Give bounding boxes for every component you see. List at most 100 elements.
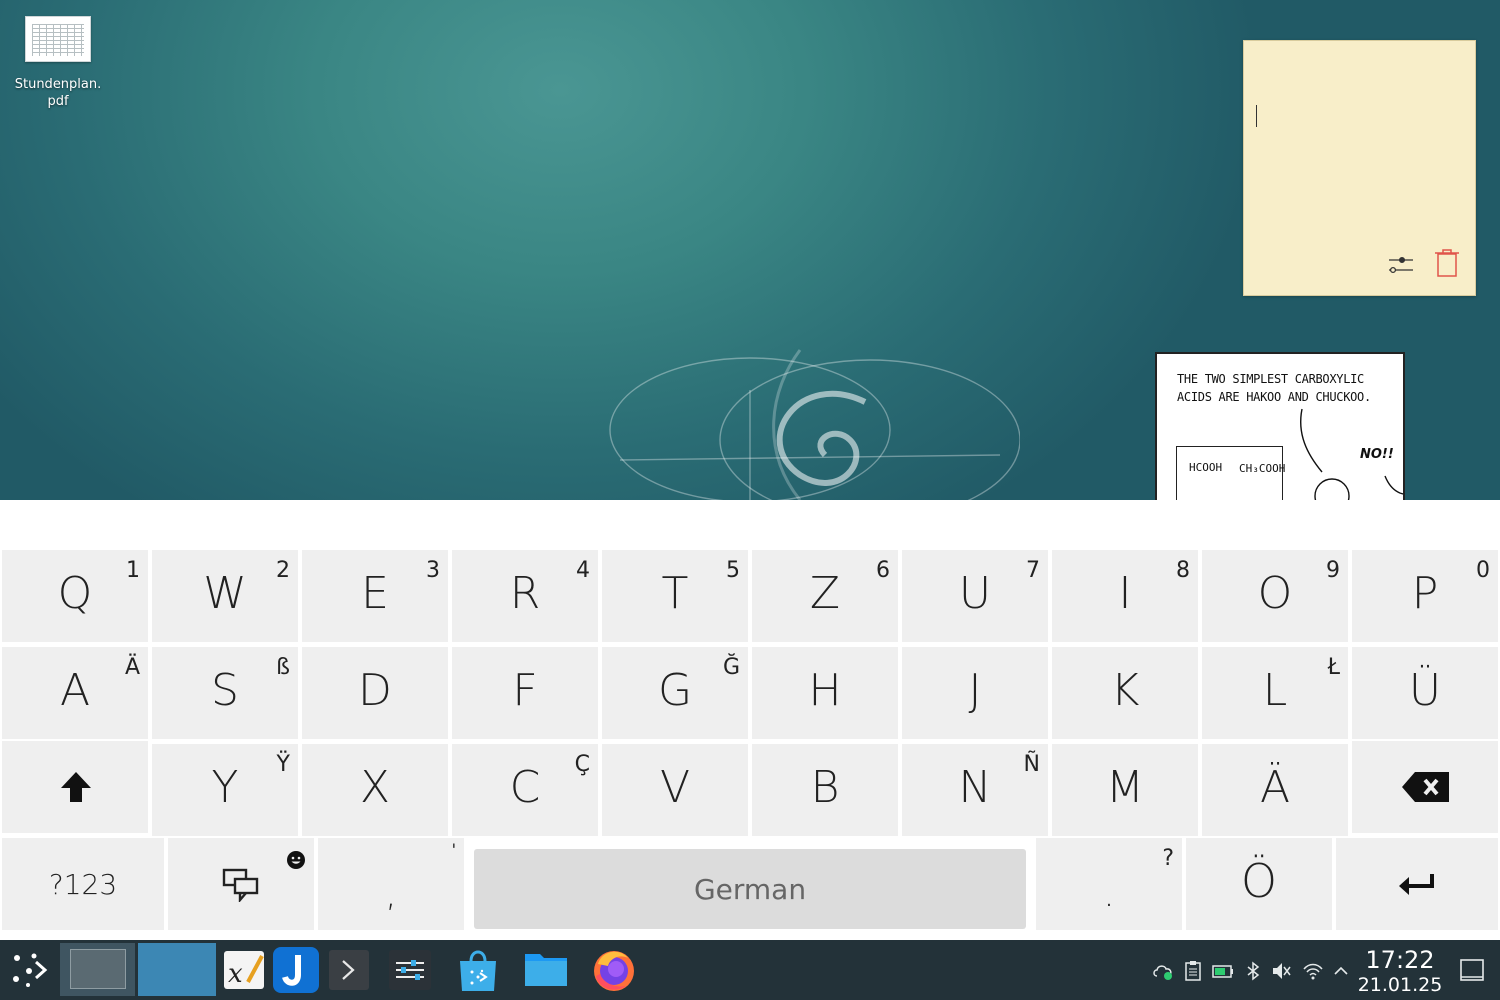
- key-s[interactable]: Sß: [152, 647, 298, 739]
- file-name-line2: pdf: [47, 94, 69, 109]
- key-alt-label: 8: [1176, 558, 1190, 583]
- key-j[interactable]: J: [902, 647, 1048, 739]
- key-alt-label: 1: [126, 558, 140, 583]
- app-launcher-icon[interactable]: [12, 953, 48, 987]
- key-alt-label: Ç: [574, 752, 590, 777]
- key-ä[interactable]: Ä: [1202, 744, 1348, 836]
- key-alt-label: 5: [726, 558, 740, 583]
- key-g[interactable]: GĞ: [602, 647, 748, 739]
- key-q[interactable]: Q1: [2, 550, 148, 642]
- key-label: B: [810, 762, 840, 813]
- key-label: Ü: [1408, 665, 1442, 716]
- key-alt-label: Ÿ: [276, 752, 290, 777]
- desktop-wallpaper[interactable]: Stundenplan. pdf THE TWO SIMPLEST CARBOX…: [0, 0, 1500, 500]
- key-alt-label: Ä: [124, 655, 140, 680]
- trash-icon[interactable]: [1434, 248, 1460, 278]
- space-bar[interactable]: German: [474, 849, 1026, 929]
- backspace-icon: [1402, 772, 1449, 802]
- key-t[interactable]: T5: [602, 550, 748, 642]
- key-period-label: .: [1103, 874, 1115, 915]
- backspace-key[interactable]: [1352, 741, 1498, 833]
- chat-bubbles-icon: [222, 868, 259, 902]
- symbols-key-label: ?123: [48, 868, 118, 901]
- key-alt-label: 3: [426, 558, 440, 583]
- key-alt-label: 7: [1026, 558, 1040, 583]
- key-o-umlaut-label: Ö: [1240, 854, 1278, 908]
- key-alt-label: 4: [576, 558, 590, 583]
- smiley-icon: [287, 851, 305, 869]
- comic-widget[interactable]: THE TWO SIMPLEST CARBOXYLIC ACIDS ARE HA…: [1155, 352, 1405, 500]
- battery-icon[interactable]: [1212, 960, 1234, 982]
- symbols-key[interactable]: ?123: [2, 838, 164, 930]
- key-period[interactable]: . ?: [1036, 838, 1182, 930]
- wifi-icon[interactable]: [1302, 960, 1324, 982]
- key-x[interactable]: X: [302, 744, 448, 836]
- key-period-alt: ?: [1162, 846, 1174, 871]
- key-z[interactable]: Z6: [752, 550, 898, 642]
- key-comma[interactable]: , ': [318, 838, 464, 930]
- key-ü[interactable]: Ü: [1352, 647, 1498, 739]
- chevron-up-icon[interactable]: [1330, 960, 1352, 982]
- bluetooth-icon[interactable]: [1242, 960, 1264, 982]
- shift-arrow-icon: [61, 772, 91, 802]
- clock-date: 21.01.25: [1357, 974, 1443, 996]
- digital-clock[interactable]: 17:22 21.01.25: [1356, 946, 1444, 996]
- clock-time: 17:22: [1365, 946, 1435, 974]
- show-desktop-icon[interactable]: [1460, 958, 1484, 982]
- key-e[interactable]: E3: [302, 550, 448, 642]
- key-l[interactable]: LŁ: [1202, 647, 1348, 739]
- xournal-icon[interactable]: x: [222, 948, 266, 992]
- key-i[interactable]: I8: [1052, 550, 1198, 642]
- discover-store-icon[interactable]: [458, 947, 498, 993]
- shift-key[interactable]: [2, 741, 148, 833]
- cloud-sync-icon[interactable]: [1152, 960, 1174, 982]
- sliders-icon[interactable]: [1388, 251, 1414, 277]
- terminal-icon[interactable]: [329, 950, 369, 990]
- virtual-desktop-1[interactable]: [60, 943, 135, 996]
- comic-drawing: [1300, 408, 1403, 500]
- file-manager-icon[interactable]: [524, 950, 568, 988]
- sticky-note-widget[interactable]: [1243, 40, 1476, 296]
- file-name-line1: Stundenplan.: [14, 77, 102, 92]
- key-p[interactable]: P0: [1352, 550, 1498, 642]
- joplin-icon[interactable]: [273, 947, 319, 993]
- key-o-umlaut[interactable]: Ö: [1186, 838, 1332, 930]
- virtual-desktop-2[interactable]: [138, 943, 216, 996]
- key-c[interactable]: CÇ: [452, 744, 598, 836]
- clipboard-icon[interactable]: [1182, 960, 1204, 982]
- key-alt-label: ß: [276, 655, 290, 680]
- desktop-file-stundenplan[interactable]: Stundenplan. pdf: [10, 16, 106, 110]
- key-n[interactable]: NÑ: [902, 744, 1048, 836]
- enter-key[interactable]: [1336, 838, 1498, 930]
- key-v[interactable]: V: [602, 744, 748, 836]
- key-label: X: [359, 762, 391, 813]
- debian-swirl-logo: [609, 349, 1020, 500]
- key-u[interactable]: U7: [902, 550, 1048, 642]
- key-b[interactable]: B: [752, 744, 898, 836]
- firefox-icon[interactable]: [590, 946, 638, 994]
- key-y[interactable]: YŸ: [152, 744, 298, 836]
- volume-muted-icon[interactable]: [1270, 960, 1292, 982]
- key-m[interactable]: M: [1052, 744, 1198, 836]
- key-o[interactable]: O9: [1202, 550, 1348, 642]
- key-label: M: [1106, 762, 1144, 813]
- key-w[interactable]: W2: [152, 550, 298, 642]
- key-label: L: [1262, 665, 1288, 716]
- key-r[interactable]: R4: [452, 550, 598, 642]
- key-d[interactable]: D: [302, 647, 448, 739]
- svg-text:x: x: [228, 959, 243, 989]
- key-label: Ä: [1259, 762, 1291, 813]
- key-a[interactable]: AÄ: [2, 647, 148, 739]
- system-settings-icon[interactable]: [389, 950, 431, 990]
- emoji-key[interactable]: [168, 838, 314, 930]
- key-alt-label: 2: [276, 558, 290, 583]
- pdf-thumbnail-icon: [25, 16, 91, 62]
- text-cursor: [1256, 105, 1257, 127]
- key-label: H: [808, 665, 842, 716]
- key-comma-label: ,: [385, 874, 397, 915]
- key-h[interactable]: H: [752, 647, 898, 739]
- enter-arrow-icon: [1399, 874, 1434, 895]
- key-label: F: [512, 665, 538, 716]
- key-f[interactable]: F: [452, 647, 598, 739]
- key-k[interactable]: K: [1052, 647, 1198, 739]
